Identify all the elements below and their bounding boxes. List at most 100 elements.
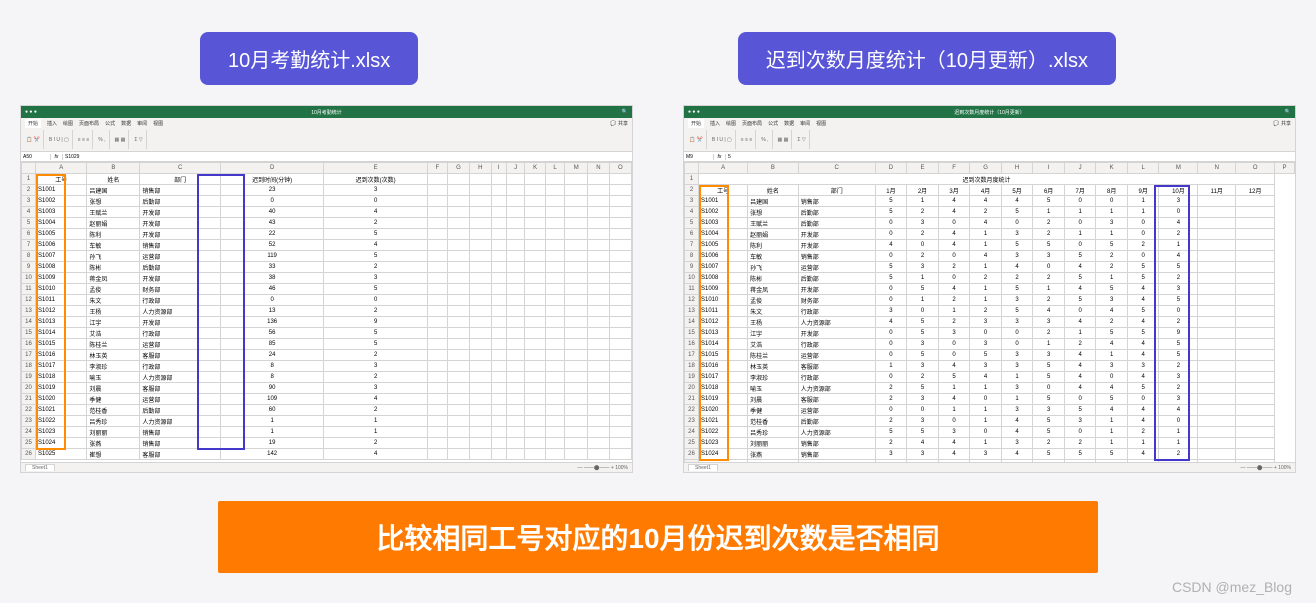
data-cell[interactable]: [1198, 295, 1236, 306]
data-cell[interactable]: 5: [1159, 295, 1198, 306]
data-cell[interactable]: S1025: [699, 460, 748, 463]
data-cell[interactable]: 后勤部: [140, 262, 221, 273]
data-cell[interactable]: 开发部: [798, 328, 875, 339]
spreadsheet-grid[interactable]: ABCDEFGHIJKLMNOP 1迟到次数月度统计 2工号姓名部门1月2月3月…: [684, 162, 1295, 462]
column-header[interactable]: O: [609, 163, 631, 174]
data-cell[interactable]: 行政部: [140, 295, 221, 306]
data-cell[interactable]: 客服部: [140, 383, 221, 394]
ribbon-tabs[interactable]: 开始插入绘图页面布局公式数据审阅视图💬 共享: [21, 118, 632, 128]
data-cell[interactable]: 0: [1127, 251, 1159, 262]
data-cell[interactable]: 王杨: [748, 317, 799, 328]
data-cell[interactable]: 3: [1159, 372, 1198, 383]
data-cell[interactable]: 4: [1127, 317, 1159, 328]
table-row[interactable]: 13S1011朱文行政部3012540450: [685, 306, 1295, 317]
data-cell[interactable]: 2: [324, 262, 428, 273]
data-cell[interactable]: 4: [1159, 460, 1198, 463]
data-cell[interactable]: S1014: [699, 339, 748, 350]
data-cell[interactable]: S1004: [699, 229, 748, 240]
data-cell[interactable]: [1198, 339, 1236, 350]
data-cell[interactable]: 1: [1033, 207, 1065, 218]
data-cell[interactable]: 朱文: [748, 306, 799, 317]
data-cell[interactable]: 2: [1033, 218, 1065, 229]
data-cell[interactable]: 开发部: [798, 229, 875, 240]
data-cell[interactable]: 陈彬: [87, 262, 140, 273]
data-cell[interactable]: 1: [970, 416, 1002, 427]
data-cell[interactable]: 5: [1033, 427, 1065, 438]
data-cell[interactable]: 赵丽娟: [748, 229, 799, 240]
data-cell[interactable]: 2: [1033, 460, 1065, 463]
table-row[interactable]: 19S1017李淑珍行政部0254154043: [685, 372, 1295, 383]
column-header[interactable]: H: [470, 163, 491, 174]
data-cell[interactable]: 1: [1096, 416, 1128, 427]
column-header[interactable]: K: [1096, 163, 1128, 174]
data-cell[interactable]: 1: [970, 438, 1002, 449]
column-header[interactable]: F: [938, 163, 970, 174]
data-cell[interactable]: 财务部: [140, 284, 221, 295]
data-cell[interactable]: 1: [1096, 427, 1128, 438]
data-cell[interactable]: 车敏: [748, 251, 799, 262]
data-cell[interactable]: 5: [875, 427, 907, 438]
data-cell[interactable]: 运营部: [798, 350, 875, 361]
data-cell[interactable]: 4: [1127, 339, 1159, 350]
data-cell[interactable]: 0: [970, 460, 1002, 463]
data-cell[interactable]: 后勤部: [798, 218, 875, 229]
data-cell[interactable]: [1198, 273, 1236, 284]
data-cell[interactable]: 4: [324, 240, 428, 251]
data-cell[interactable]: 4: [1064, 262, 1096, 273]
data-cell[interactable]: [1236, 262, 1275, 273]
data-cell[interactable]: 0: [938, 350, 970, 361]
table-row[interactable]: 19S1018喻玉人力资源部82: [22, 372, 632, 383]
table-row[interactable]: 5S1003王赋兰后勤部0304020304: [685, 218, 1295, 229]
data-cell[interactable]: 孟俊: [748, 295, 799, 306]
data-cell[interactable]: 客服部: [798, 460, 875, 463]
data-cell[interactable]: 2: [1033, 273, 1065, 284]
data-cell[interactable]: 5: [907, 383, 939, 394]
data-cell[interactable]: [1236, 196, 1275, 207]
data-cell[interactable]: 吕秀珍: [87, 416, 140, 427]
data-cell[interactable]: 0: [970, 427, 1002, 438]
data-cell[interactable]: 4: [907, 438, 939, 449]
share-button[interactable]: 💬 共享: [610, 120, 628, 127]
name-box[interactable]: M9: [684, 154, 714, 160]
data-cell[interactable]: 孙飞: [87, 251, 140, 262]
data-cell[interactable]: 3: [1033, 251, 1065, 262]
data-cell[interactable]: 1: [938, 405, 970, 416]
table-row[interactable]: 23S1021范桂香后勤部2301453140: [685, 416, 1295, 427]
data-cell[interactable]: 4: [324, 449, 428, 460]
data-cell[interactable]: 0: [1064, 306, 1096, 317]
data-cell[interactable]: 8: [220, 372, 324, 383]
data-cell[interactable]: 1: [324, 416, 428, 427]
data-cell[interactable]: 孙飞: [748, 262, 799, 273]
data-cell[interactable]: 5: [1127, 383, 1159, 394]
data-cell[interactable]: [1236, 383, 1275, 394]
data-cell[interactable]: 5: [1064, 295, 1096, 306]
data-cell[interactable]: 刘丽丽: [87, 427, 140, 438]
data-cell[interactable]: [1198, 240, 1236, 251]
data-cell[interactable]: 王赋兰: [87, 207, 140, 218]
data-cell[interactable]: 4: [875, 240, 907, 251]
data-cell[interactable]: 5: [1159, 262, 1198, 273]
data-cell[interactable]: 0: [907, 240, 939, 251]
data-cell[interactable]: 0: [938, 339, 970, 350]
data-cell[interactable]: 5: [907, 284, 939, 295]
data-cell[interactable]: 5: [907, 328, 939, 339]
data-cell[interactable]: 开发部: [140, 273, 221, 284]
data-cell[interactable]: 运营部: [798, 405, 875, 416]
data-cell[interactable]: 行政部: [798, 339, 875, 350]
data-cell[interactable]: 5: [1001, 284, 1033, 295]
name-box[interactable]: A50: [21, 154, 51, 160]
table-row[interactable]: 7S1005陈利开发部4041550521: [685, 240, 1295, 251]
table-row[interactable]: 26S1025崔想客服部1424: [22, 449, 632, 460]
data-cell[interactable]: 朱文: [87, 295, 140, 306]
data-cell[interactable]: S1023: [699, 438, 748, 449]
data-cell[interactable]: 3: [1159, 284, 1198, 295]
data-cell[interactable]: 2: [1159, 361, 1198, 372]
data-cell[interactable]: S1012: [699, 317, 748, 328]
data-cell[interactable]: S1021: [36, 405, 87, 416]
column-header[interactable]: J: [1064, 163, 1096, 174]
data-cell[interactable]: 5: [970, 350, 1002, 361]
data-cell[interactable]: 5: [1001, 306, 1033, 317]
data-cell[interactable]: 22: [220, 229, 324, 240]
data-cell[interactable]: 运营部: [798, 262, 875, 273]
data-cell[interactable]: 张想: [87, 196, 140, 207]
